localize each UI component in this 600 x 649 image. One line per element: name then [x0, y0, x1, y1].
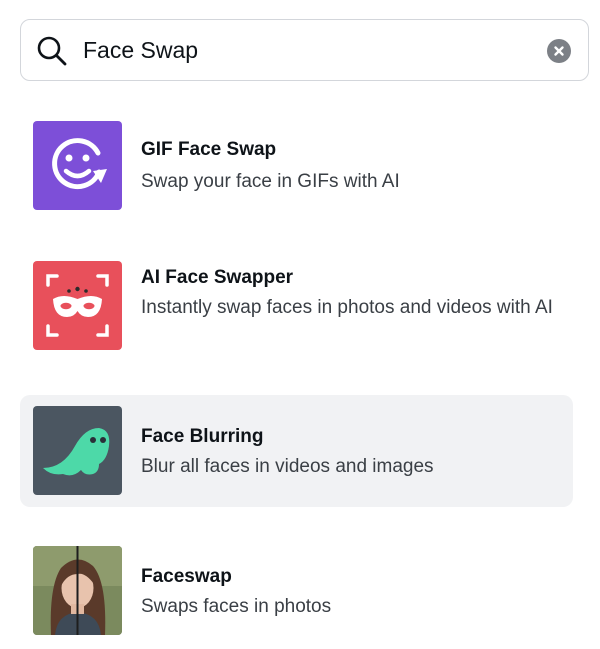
- result-description: Blur all faces in videos and images: [141, 456, 434, 477]
- result-description: Instantly swap faces in photos and video…: [141, 297, 553, 318]
- result-title: Face Blurring: [141, 426, 264, 447]
- search-icon: [36, 35, 68, 67]
- smiley-swap-icon: [33, 121, 122, 210]
- result-title: Faceswap: [141, 566, 232, 587]
- search-input[interactable]: [83, 30, 523, 70]
- clear-search-button[interactable]: [547, 39, 571, 63]
- portrait-photo-thumbnail: [33, 546, 122, 635]
- app-result-faceswap[interactable]: Faceswap Swaps faces in photos: [20, 535, 573, 645]
- ghost-icon: [33, 406, 122, 495]
- search-box[interactable]: [20, 19, 589, 81]
- result-description: Swaps faces in photos: [141, 596, 332, 617]
- app-result-gif-face-swap[interactable]: GIF Face Swap Swap your face in GIFs wit…: [20, 110, 573, 220]
- result-description: Swap your face in GIFs with AI: [141, 171, 400, 192]
- app-result-face-blurring[interactable]: Face Blurring Blur all faces in videos a…: [20, 395, 573, 507]
- app-result-ai-face-swapper[interactable]: AI Face Swapper Instantly swap faces in …: [20, 250, 573, 370]
- masquerade-mask-icon: [33, 261, 122, 350]
- result-title: GIF Face Swap: [141, 139, 277, 160]
- app-search-panel: GIF Face Swap Swap your face in GIFs wit…: [0, 0, 600, 649]
- clear-icon: [554, 46, 564, 56]
- result-title: AI Face Swapper: [141, 267, 294, 288]
